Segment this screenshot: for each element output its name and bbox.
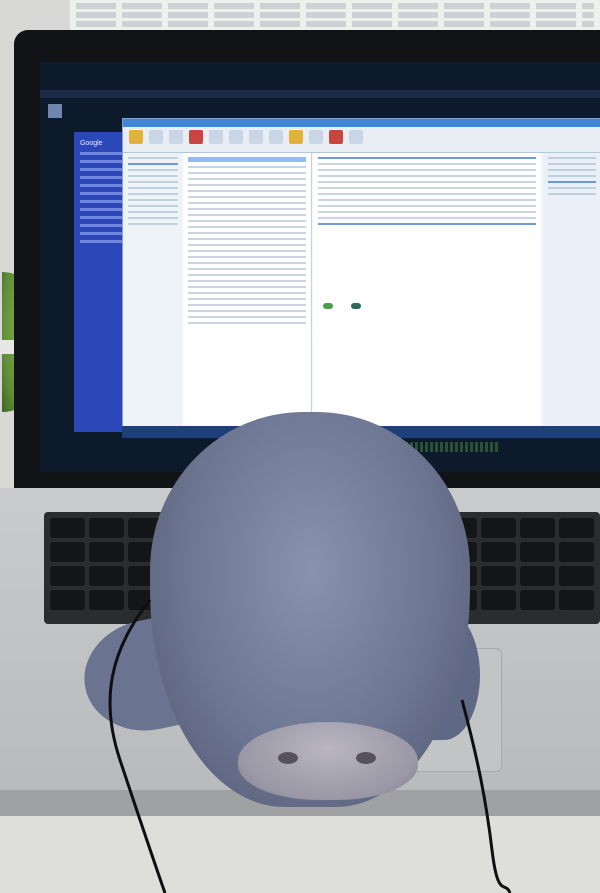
earphone-cable: [108, 599, 512, 893]
photo-scene: Google: [0, 0, 600, 893]
